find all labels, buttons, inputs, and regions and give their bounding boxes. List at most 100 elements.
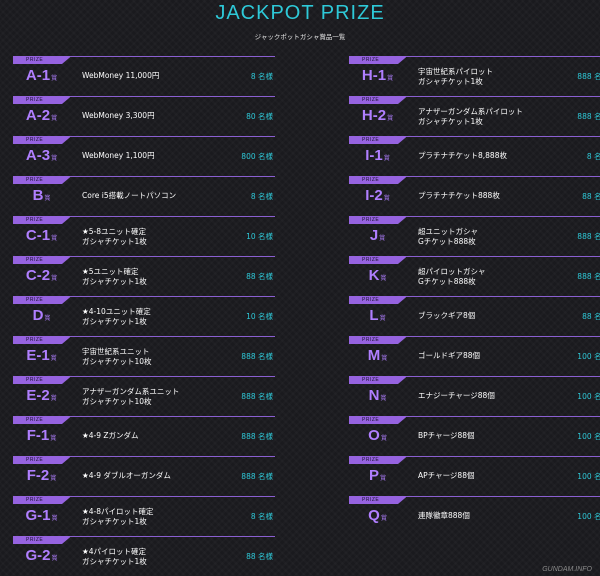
prize-name-line: ★5ユニット確定 [82,267,139,276]
prize-rank: K賞 [349,267,406,284]
winner-count: 88 名様 [582,312,600,321]
winner-count: 888 名様 [577,232,600,241]
prize-row: PRIZE H-2賞アナザーガンダム系パイロットガシャチケット1枚 888 名様 [349,95,600,135]
prize-rank-suffix: 賞 [379,236,386,242]
prize-tab-label: PRIZE [13,536,70,544]
prize-name: プラチナチケット888枚 [418,191,558,201]
prize-tab-label: PRIZE [13,256,70,264]
prize-rank-value: B [32,187,44,204]
prize-tab-label: PRIZE [349,456,406,464]
prize-rank-value: A-1 [25,67,51,84]
prize-name: ゴールドギア88個 [418,351,558,361]
prize-name-line: WebMoney 3,300円 [82,111,155,120]
prize-name: アナザーガンダム系パイロット ガシャチケット1枚 [418,107,558,127]
prize-rank-value: A-2 [25,107,51,124]
prize-rank: I-2賞 [349,187,406,204]
prize-rank-suffix: 賞 [380,436,387,442]
winner-count: 100 名様 [577,512,600,521]
prize-name-line: ★4-9 ダブルオーガンダム [82,471,171,480]
prize-rank-value: Q [368,507,380,524]
prize-name: WebMoney 1,100円 [82,151,222,161]
prize-rank-suffix: 賞 [387,76,394,82]
prize-row: PRIZE K賞超パイロットガシャGチケット888枚 888 名様 [349,255,600,295]
prize-name: ★5ユニット確定 ガシャチケット1枚 [82,267,222,287]
prize-row: PRIZE F-2賞 ★4-9 ダブルオーガンダム 888 名様 [13,455,275,495]
prize-tab-label: PRIZE [13,96,70,104]
prize-name: 超ユニットガシャ Gチケット888枚 [418,227,558,247]
prize-rank-value: A-3 [25,147,51,164]
prize-name: Core i5搭載ノートパソコン [82,191,222,201]
prize-row: PRIZE G-1賞 ★4-8パイロット確定 ガシャチケット1枚 8 名様 [13,495,275,535]
prize-rank-value: I-1 [365,147,383,164]
prize-tab-label: PRIZE [349,56,406,64]
prize-name: ★4-9 ダブルオーガンダム [82,471,222,481]
prize-name-line: ゴールドギア88個 [418,351,481,360]
prize-name-line: ガシャチケット1枚 [82,557,147,566]
prize-row: PRIZE I-2賞 プラチナチケット888枚 88 名様 [349,175,600,215]
prize-rank: H-2賞 [349,107,406,124]
prize-rank: I-1賞 [349,147,406,164]
prize-name-line: ★4-8パイロット確定 [82,507,154,516]
winner-count: 88 名様 [246,552,273,561]
prize-name-line: ★5-8ユニット確定 [82,227,146,236]
prize-rank-suffix: 賞 [51,76,58,82]
winner-count: 888 名様 [577,112,600,121]
prize-name-line: アナザーガンダム系ユニット [82,387,180,396]
prize-rank-suffix: 賞 [379,316,386,322]
prize-rank: G-2賞 [13,547,70,564]
prize-tab-label: PRIZE [349,496,406,504]
prize-tab-label: PRIZE [349,376,406,384]
prize-name-line: エナジーチャージ88個 [418,391,495,400]
winner-count: 88 名様 [246,272,273,281]
prize-rank: C-2賞 [13,267,70,284]
prize-rank-value: M [367,347,381,364]
prize-rank-suffix: 賞 [387,116,394,122]
prize-rank-suffix: 賞 [380,276,387,282]
winner-count: 10 名様 [246,312,273,321]
prize-row: PRIZE L賞 ブラックギア8個 88 名様 [349,295,600,335]
prize-row: PRIZE O賞 BPチャージ88個 100 名様 [349,415,600,455]
prize-name-line: Gチケット888枚 [418,237,476,246]
prize-tab-label: PRIZE [349,96,406,104]
left-prize-column: PRIZE A-1賞 WebMoney 11,000円 8 名様 PRIZE A-2賞 We… [13,55,275,575]
prize-row: PRIZE I-1賞 プラチナチケット8,888枚 8 名様 [349,135,600,175]
prize-name-line: 超ユニットガシャ [418,227,478,236]
prize-tab-label: PRIZE [349,256,406,264]
prize-name: 超パイロットガシャ Gチケット888枚 [418,267,558,287]
prize-tab-label: PRIZE [13,176,70,184]
winner-count: 8 名様 [250,72,273,81]
prize-tab-label: PRIZE [13,416,70,424]
prize-row: PRIZE A-3賞 WebMoney 1,100円 800 名様 [13,135,275,175]
prize-rank-suffix: 賞 [50,396,57,402]
prize-name: WebMoney 3,300円 [82,111,222,121]
prize-rank-value: F-2 [26,467,50,484]
prize-row: PRIZE P賞 APチャージ88個 100 名様 [349,455,600,495]
prize-name-line: WebMoney 1,100円 [82,151,155,160]
prize-name-line: 超パイロットガシャ [418,267,486,276]
prize-rank-suffix: 賞 [51,236,58,242]
prize-rank: F-1賞 [13,427,70,444]
prize-tab-label: PRIZE [13,56,70,64]
prize-rank-suffix: 賞 [383,156,390,162]
prize-rank: O賞 [349,427,406,444]
prize-rank-value: O [368,427,380,444]
winner-count: 888 名様 [577,272,600,281]
prize-row: PRIZE F-1賞 ★4-9 Zガンダム 888 名様 [13,415,275,455]
prize-tab-label: PRIZE [349,216,406,224]
prize-name-line: ガシャチケット1枚 [82,317,147,326]
prize-name: 連隊徽章888個 [418,511,558,521]
prize-rank-suffix: 賞 [50,476,57,482]
prize-name-line: ★4パイロット確定 [82,547,146,556]
prize-row: PRIZE G-2賞 ★4パイロット確定 ガシャチケット1枚 88 名様 [13,535,275,575]
prize-rank-value: J [369,227,379,244]
prize-row: PRIZE A-2賞 WebMoney 3,300円 80 名様 [13,95,275,135]
prize-rank: A-3賞 [13,147,70,164]
prize-tab-label: PRIZE [349,336,406,344]
prize-rank-suffix: 賞 [380,396,387,402]
prize-row: PRIZE E-2賞 アナザーガンダム系ユニット ガシャチケット10枚 888 名様 [13,375,275,415]
prize-rank-suffix: 賞 [51,556,58,562]
prize-name-line: ガシャチケット10枚 [82,397,152,406]
prize-rank-suffix: 賞 [383,196,390,202]
prize-rank: C-1賞 [13,227,70,244]
prize-tab-label: PRIZE [13,336,70,344]
